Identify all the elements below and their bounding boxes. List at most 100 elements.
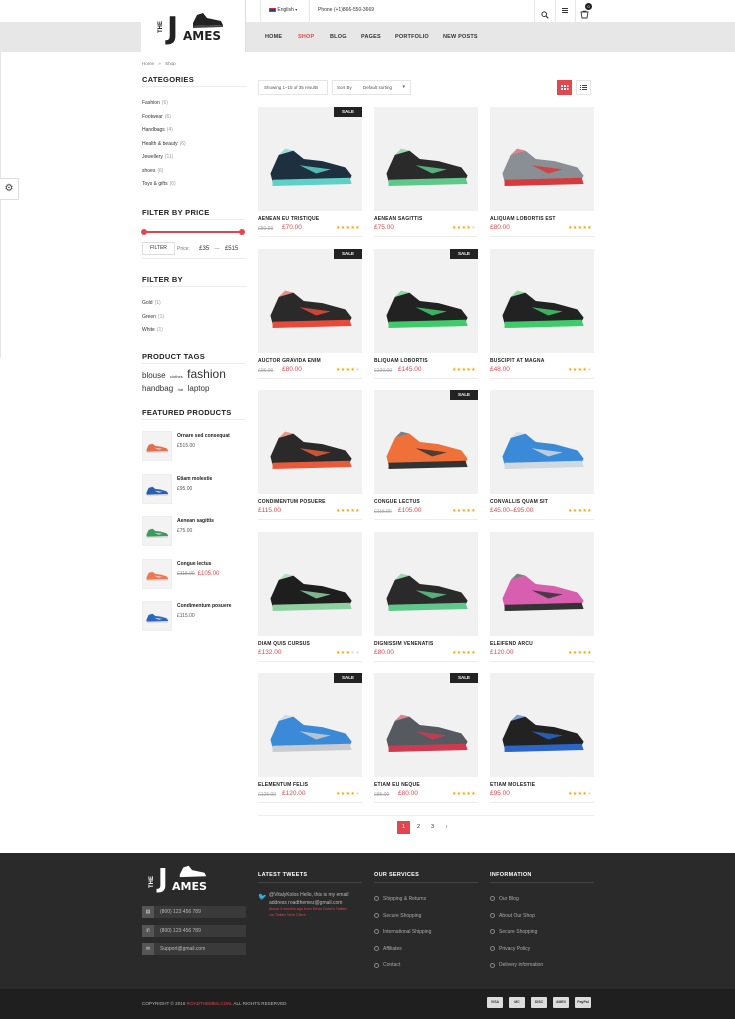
product-name[interactable]: AUCTOR GRAVIDA ENIM — [258, 358, 321, 364]
nav-new-posts[interactable]: NEW POSTS — [443, 34, 478, 40]
product-old-price: £190.00 — [374, 368, 393, 374]
rating-stars: ★★★★★ — [336, 367, 360, 373]
menu-icon[interactable] — [562, 8, 568, 13]
featured-product-name[interactable]: Congue lectus — [177, 561, 211, 567]
product-image[interactable] — [374, 532, 478, 636]
filter-option[interactable]: White (1) — [142, 327, 163, 333]
service-link[interactable]: Contact — [374, 962, 400, 968]
product-name[interactable]: BUSCIPIT AT MAGNA — [490, 358, 545, 364]
featured-product-image[interactable] — [142, 516, 172, 546]
featured-product-sale-price: £105.00 — [197, 570, 220, 577]
page-3-button[interactable]: 3 — [426, 821, 439, 834]
featured-product-image[interactable] — [142, 431, 172, 461]
category-link[interactable]: Footwear (6) — [142, 114, 171, 120]
product-image[interactable] — [490, 673, 594, 777]
footer-logo[interactable]: THE J AMES — [142, 860, 246, 896]
product-image[interactable] — [374, 249, 478, 353]
sort-box[interactable]: Sort By Default sorting ▾ — [332, 80, 411, 95]
service-link[interactable]: Affiliates — [374, 946, 402, 952]
nav-portfolio[interactable]: PORTFOLIO — [395, 34, 429, 40]
cart-icon[interactable]: 0 — [580, 3, 592, 19]
featured-product-name[interactable]: Condimentum posuere — [177, 603, 231, 609]
product-image[interactable] — [490, 249, 594, 353]
category-link[interactable]: Jewellery (11) — [142, 154, 173, 160]
tag-hat[interactable]: hat — [178, 387, 184, 392]
sort-select[interactable]: Default sorting — [363, 85, 392, 90]
price-slider-track[interactable] — [144, 231, 242, 233]
info-link[interactable]: About Our Shop — [490, 913, 535, 919]
product-name[interactable]: CONVALLIS QUAM SIT — [490, 499, 548, 505]
info-link[interactable]: Delivery information — [490, 962, 543, 968]
product-image[interactable] — [490, 532, 594, 636]
next-page-button[interactable]: › — [440, 821, 453, 834]
product-name[interactable]: ELEIFEND ARCU — [490, 641, 533, 647]
product-name[interactable]: ALIQUAM LOBORTIS EST — [490, 216, 556, 222]
featured-product-image[interactable] — [142, 601, 172, 631]
category-link[interactable]: Fashion (6) — [142, 100, 168, 106]
product-name[interactable]: CONGUE LECTUS — [374, 499, 420, 505]
category-link[interactable]: Handbags (4) — [142, 127, 173, 133]
filter-option[interactable]: Gold (1) — [142, 300, 161, 306]
info-link[interactable]: Privacy Policy — [490, 946, 530, 952]
featured-product-image[interactable] — [142, 558, 172, 589]
price-slider-min-handle[interactable] — [141, 229, 147, 235]
product-name[interactable]: DIGNISSIM VENENATIS — [374, 641, 434, 647]
featured-product-name[interactable]: Etiam molestie — [177, 476, 212, 482]
page-1-button[interactable]: 1 — [397, 821, 410, 834]
product-name[interactable]: DIAM QUIS CURSUS — [258, 641, 310, 647]
language-selector[interactable]: English ▾ — [269, 7, 297, 13]
tag-laptop[interactable]: laptop — [188, 384, 210, 393]
sneaker-logo-icon — [193, 13, 223, 28]
category-link[interactable]: Health & beauty (6) — [142, 141, 186, 147]
tag-clothes[interactable]: clothes — [170, 374, 183, 379]
service-link[interactable]: Shipping & Returns — [374, 896, 426, 902]
product-image[interactable] — [374, 390, 478, 494]
nav-blog[interactable]: BLOG — [330, 34, 347, 40]
info-link[interactable]: Secure Shopping — [490, 929, 537, 935]
product-image[interactable] — [490, 107, 594, 211]
nav-pages[interactable]: PAGES — [361, 34, 381, 40]
product-image[interactable] — [258, 249, 362, 353]
product-name[interactable]: AENEAN SAGITTIS — [374, 216, 423, 222]
category-link[interactable]: shoes (6) — [142, 168, 163, 174]
product-divider — [490, 519, 594, 520]
search-icon[interactable] — [541, 6, 549, 19]
price-slider-max-handle[interactable] — [239, 229, 245, 235]
product-image[interactable] — [374, 673, 478, 777]
category-link[interactable]: Toys & gifts (6) — [142, 181, 176, 187]
product-image[interactable] — [258, 390, 362, 494]
service-link[interactable]: Secure Shopping — [374, 913, 421, 919]
copyright-brand-link[interactable]: ROADTHEMES.COM — [187, 1001, 231, 1006]
page-2-button[interactable]: 2 — [412, 821, 425, 834]
product-name[interactable]: AENEAN EU TRISTIQUE — [258, 216, 319, 222]
product-name[interactable]: ELEMENTUM FELIS — [258, 782, 308, 788]
product-image[interactable] — [258, 532, 362, 636]
nav-shop[interactable]: SHOP — [298, 34, 314, 40]
featured-product-image[interactable] — [142, 473, 172, 504]
product-image[interactable] — [374, 107, 478, 211]
service-link[interactable]: International Shipping — [374, 929, 431, 935]
product-name[interactable]: ETIAM MOLESTIE — [490, 782, 535, 788]
product-name[interactable]: BLIQUAM LOBORTIS — [374, 358, 428, 364]
product-image[interactable] — [258, 673, 362, 777]
product-image[interactable] — [258, 107, 362, 211]
info-link[interactable]: Our Blog — [490, 896, 519, 902]
nav-home[interactable]: HOME — [265, 34, 282, 40]
product-name[interactable]: CONDIMENTUM POSUERE — [258, 499, 326, 505]
featured-product-name[interactable]: Aenean sagittis — [177, 518, 214, 524]
featured-product-name[interactable]: Ornare sed consequat — [177, 433, 230, 439]
filter-option[interactable]: Green (1) — [142, 314, 164, 320]
product-price: £95.00 — [490, 790, 510, 797]
settings-gear-button[interactable]: ⚙ — [0, 178, 19, 200]
featured-product-price: £95.00 — [177, 486, 192, 492]
grid-view-button[interactable] — [557, 80, 572, 95]
product-name[interactable]: ETIAM EU NEQUE — [374, 782, 420, 788]
product-image[interactable] — [490, 390, 594, 494]
logo[interactable]: THE J AMES — [141, 0, 246, 52]
filter-button[interactable]: FILTER — [142, 242, 175, 255]
tag-fashion[interactable]: fashion — [187, 367, 226, 381]
list-view-button[interactable] — [576, 80, 591, 95]
breadcrumb-home[interactable]: Home — [142, 61, 154, 66]
tag-handbag[interactable]: handbag — [142, 384, 173, 393]
tag-blouse[interactable]: blouse — [142, 371, 166, 380]
